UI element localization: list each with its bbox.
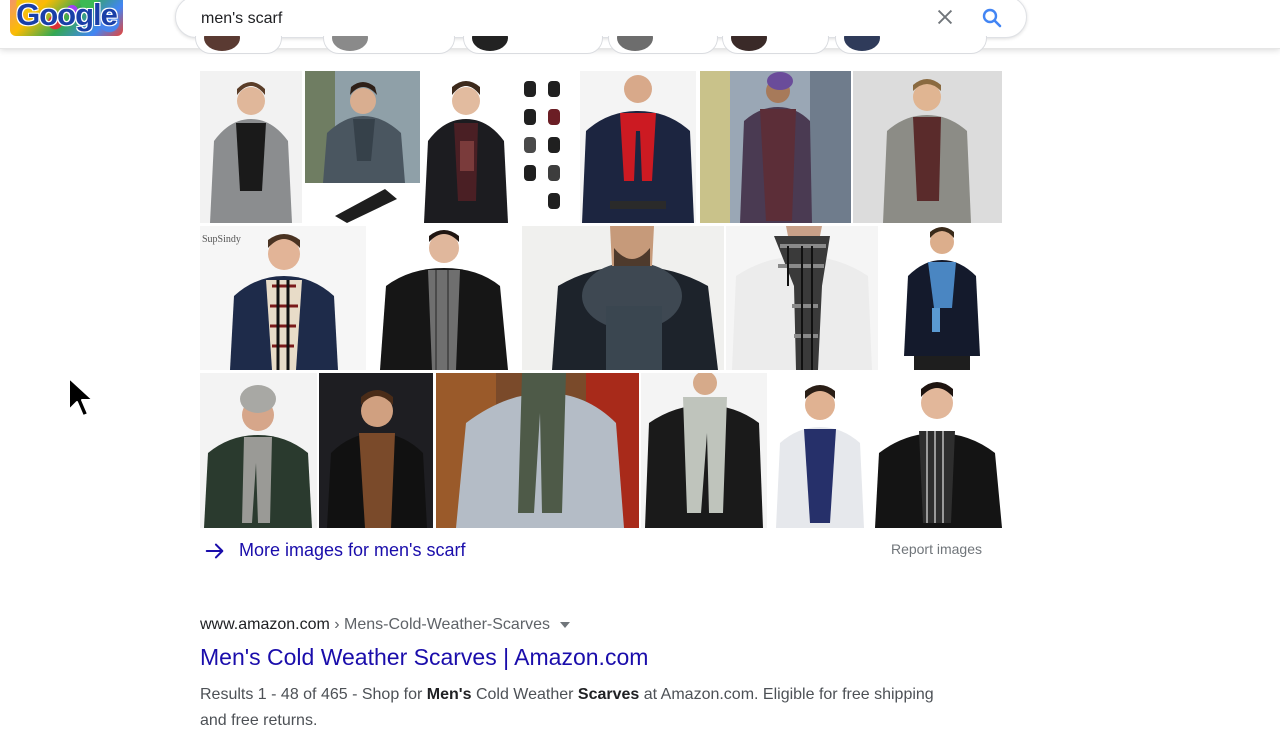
image-result[interactable] <box>305 71 420 223</box>
search-input[interactable] <box>201 7 901 31</box>
more-images-link[interactable]: More images for men's scarf <box>239 540 466 561</box>
close-icon[interactable] <box>934 6 956 28</box>
snippet-text: Results 1 - 48 of 465 - Shop for <box>200 686 427 703</box>
image-result[interactable] <box>436 373 639 528</box>
image-result[interactable] <box>370 226 518 370</box>
image-result[interactable] <box>700 71 851 223</box>
related-chip[interactable] <box>835 36 987 54</box>
image-result[interactable]: SupSindy <box>200 226 366 370</box>
chevron-down-icon[interactable] <box>560 621 571 628</box>
image-result[interactable] <box>200 373 317 528</box>
image-result[interactable] <box>875 373 1002 528</box>
related-chip[interactable] <box>463 36 603 54</box>
related-chip[interactable] <box>608 36 718 54</box>
result-snippet: Results 1 - 48 of 465 - Shop for Men's C… <box>200 682 940 734</box>
mouse-cursor-icon <box>68 377 94 417</box>
related-chip[interactable] <box>722 36 829 54</box>
result-title-link[interactable]: Men's Cold Weather Scarves | Amazon.com <box>200 644 648 671</box>
image-result[interactable] <box>424 71 576 223</box>
arrow-right-icon[interactable] <box>204 540 226 562</box>
snippet-bold: Men's <box>426 686 472 703</box>
svg-text:SupSindy: SupSindy <box>202 234 241 245</box>
image-result[interactable] <box>580 71 696 223</box>
report-images-link[interactable]: Report images <box>891 541 982 557</box>
result-cite[interactable]: www.amazon.com › Mens-Cold-Weather-Scarv… <box>200 616 571 634</box>
search-box[interactable] <box>175 0 1027 38</box>
result-separator: › <box>329 616 345 633</box>
image-result[interactable] <box>200 71 302 223</box>
image-result[interactable] <box>853 71 1002 223</box>
more-images-row: More images for men's scarf Report image… <box>200 538 990 562</box>
image-result[interactable] <box>641 373 767 528</box>
result-domain: www.amazon.com <box>200 616 330 633</box>
result-path: Mens-Cold-Weather-Scarves <box>344 616 551 633</box>
logo-text: Google <box>16 0 118 32</box>
related-chip[interactable] <box>323 36 455 54</box>
related-search-chips <box>195 36 995 56</box>
google-doodle-logo[interactable]: Google <box>10 0 123 36</box>
related-chip[interactable] <box>195 36 282 54</box>
image-result[interactable] <box>880 226 1002 370</box>
image-result[interactable] <box>319 373 433 528</box>
image-result[interactable] <box>726 226 878 370</box>
header: Google <box>0 0 1280 54</box>
snippet-bold: Scarves <box>577 686 640 703</box>
image-result[interactable] <box>770 373 872 528</box>
image-result[interactable] <box>522 226 724 370</box>
snippet-text: Cold Weather <box>471 686 578 703</box>
search-icon[interactable] <box>980 6 1004 30</box>
